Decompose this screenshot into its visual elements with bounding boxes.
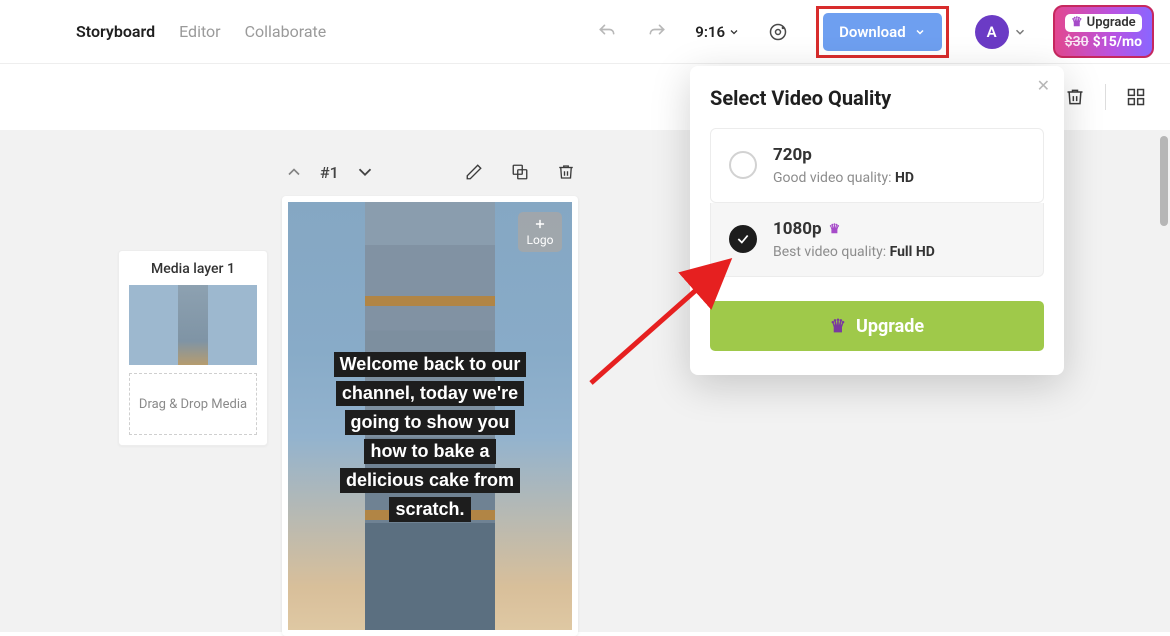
option-title-text: 1080p (773, 219, 822, 239)
aspect-ratio[interactable]: 9:16 (695, 23, 740, 41)
media-layer-title: Media layer 1 (129, 261, 257, 277)
plus-icon (533, 217, 547, 231)
crown-icon: ♛ (1071, 15, 1083, 31)
caption-text[interactable]: Welcome back to our channel, today we're… (311, 352, 550, 522)
upgrade-button[interactable]: ♛ Upgrade (710, 301, 1044, 351)
avatar: A (975, 15, 1009, 49)
media-drop-zone[interactable]: Drag & Drop Media (129, 373, 257, 435)
popover-title: Select Video Quality (710, 86, 1044, 110)
chevron-down-icon (728, 26, 740, 38)
option-title-text: 720p (773, 145, 812, 165)
divider (1105, 84, 1106, 110)
undo-icon[interactable] (595, 20, 619, 44)
caption-line: going to show you (345, 410, 516, 435)
caption-line: scratch. (389, 497, 470, 522)
duplicate-icon[interactable] (508, 160, 532, 184)
quality-option-720p[interactable]: 720p Good video quality: HD (710, 128, 1044, 203)
quality-option-1080p[interactable]: 1080p ♛ Best video quality: Full HD (710, 203, 1044, 277)
download-button[interactable]: Download (823, 13, 942, 51)
caption-line: Welcome back to our (334, 352, 527, 377)
grid-view-icon[interactable] (1124, 85, 1148, 109)
add-logo-button[interactable]: Logo (518, 212, 562, 252)
download-highlight: Download (816, 6, 949, 58)
price-new: $15/mo (1093, 34, 1142, 50)
aspect-ratio-value: 9:16 (695, 23, 725, 41)
scene-header: #1 (282, 160, 578, 184)
tab-editor[interactable]: Editor (179, 22, 220, 41)
account-menu[interactable]: A (975, 15, 1027, 49)
quality-popover: ✕ Select Video Quality 720p Good video q… (690, 66, 1064, 375)
close-icon[interactable]: ✕ (1037, 76, 1050, 95)
tab-collaborate[interactable]: Collaborate (245, 22, 327, 41)
upgrade-promo-label: ♛ Upgrade (1065, 14, 1142, 32)
main-tabs: Storyboard Editor Collaborate (76, 22, 326, 41)
option-sub-bold: HD (895, 170, 914, 186)
option-title: 720p (773, 145, 1027, 165)
caption-line: delicious cake from (340, 468, 520, 493)
redo-icon[interactable] (645, 20, 669, 44)
download-label: Download (839, 23, 906, 41)
edit-pencil-icon[interactable] (462, 160, 486, 184)
chevron-down-icon (914, 26, 926, 38)
crown-icon: ♛ (830, 316, 846, 337)
radio-checked-icon (729, 225, 757, 253)
upgrade-text: Upgrade (1087, 15, 1136, 31)
option-sub-prefix: Good video quality: (773, 170, 895, 186)
option-sub-prefix: Best video quality: (773, 244, 890, 260)
scrollbar[interactable] (1160, 136, 1168, 226)
logo-label: Logo (527, 233, 554, 247)
expand-down-icon[interactable] (353, 160, 377, 184)
tab-storyboard[interactable]: Storyboard (76, 22, 155, 41)
collapse-up-icon[interactable] (282, 160, 306, 184)
settings-gear-icon[interactable] (766, 20, 790, 44)
option-title: 1080p ♛ (773, 219, 1027, 239)
option-subtitle: Good video quality: HD (773, 170, 1027, 186)
scene-index: #1 (320, 163, 339, 182)
trash-icon[interactable] (554, 160, 578, 184)
upgrade-price: $30$15/mo (1065, 34, 1142, 51)
caption-line: how to bake a (364, 439, 495, 464)
media-layer-panel: Media layer 1 Drag & Drop Media (118, 250, 268, 446)
option-sub-bold: Full HD (890, 244, 935, 260)
trash-icon[interactable] (1063, 85, 1087, 109)
upgrade-button-label: Upgrade (856, 316, 924, 337)
caption-line: channel, today we're (336, 381, 524, 406)
scene-toolbar-right (1063, 84, 1148, 110)
upgrade-promo[interactable]: ♛ Upgrade $30$15/mo (1053, 5, 1154, 57)
crown-icon: ♛ (829, 222, 841, 237)
scene-card[interactable]: Logo Welcome back to our channel, today … (282, 196, 578, 636)
media-thumbnail[interactable] (129, 285, 257, 365)
top-bar: Storyboard Editor Collaborate 9:16 Downl… (0, 0, 1170, 64)
radio-unchecked-icon (729, 151, 757, 179)
price-old: $30 (1065, 34, 1089, 50)
option-subtitle: Best video quality: Full HD (773, 244, 1027, 260)
chevron-down-icon (1013, 25, 1027, 39)
scene-preview: Logo Welcome back to our channel, today … (288, 202, 572, 630)
